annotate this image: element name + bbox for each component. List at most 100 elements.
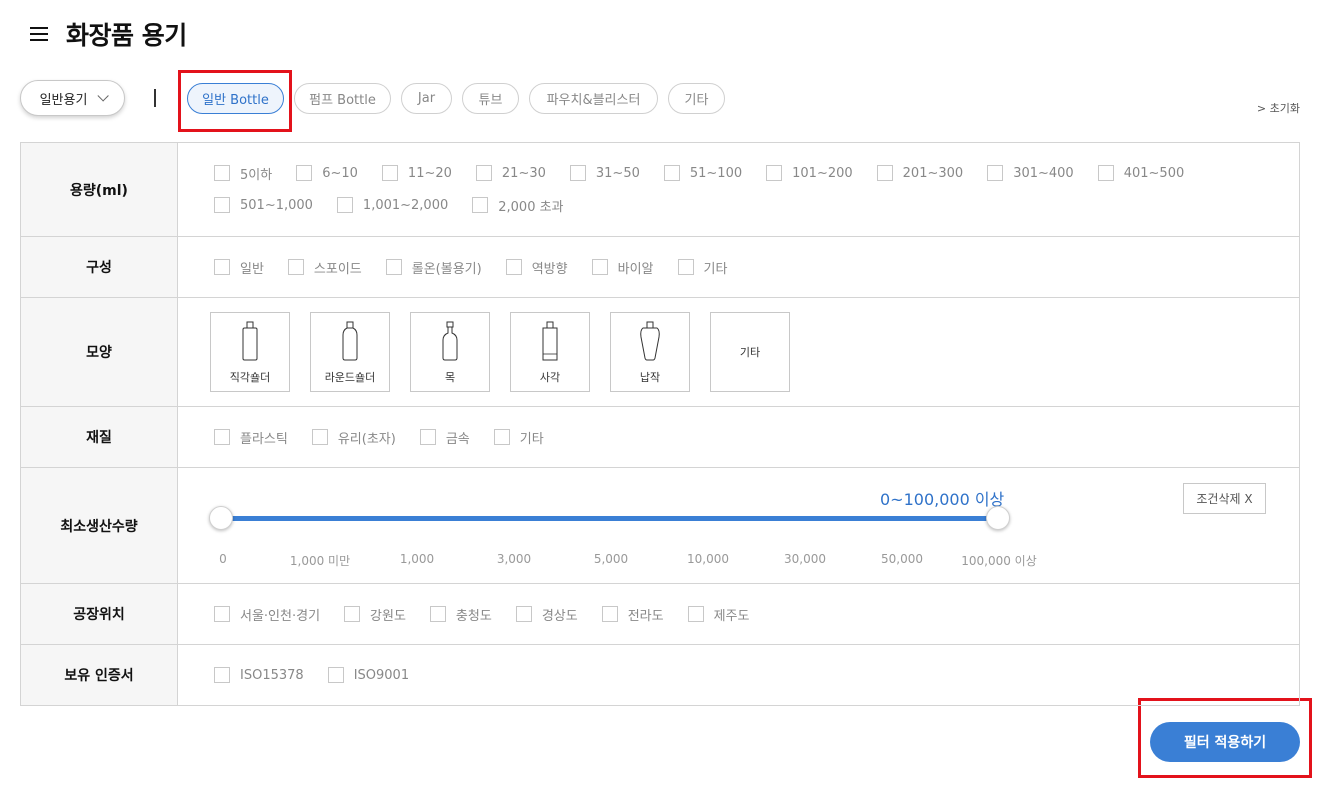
- slider-tick: 3,000: [496, 552, 532, 566]
- shape-option-neck[interactable]: 목: [410, 312, 490, 392]
- shape-option-etc[interactable]: 기타: [710, 312, 790, 392]
- shape-option-square-shoulder[interactable]: 직각숄더: [210, 312, 290, 392]
- clear-condition-button[interactable]: 조건삭제 X: [1183, 483, 1266, 514]
- checkbox-box[interactable]: [214, 606, 230, 622]
- checkbox-capacity[interactable]: 1,001~2,000: [336, 197, 448, 213]
- checkbox-box[interactable]: [214, 165, 230, 181]
- checkbox-box[interactable]: [677, 259, 694, 275]
- pill-jar[interactable]: Jar: [401, 83, 452, 114]
- moq-slider: 0~100,000 이상 0 1,000 미만 1,000 3,000 5,00…: [178, 468, 1299, 583]
- checkbox-capacity[interactable]: 301~400: [987, 165, 1074, 181]
- checkbox-box[interactable]: [214, 667, 230, 683]
- checkbox-box[interactable]: [569, 165, 586, 181]
- shape-option-square[interactable]: 사각: [510, 312, 590, 392]
- checkbox-label: 제주도: [713, 608, 750, 624]
- checkbox-box[interactable]: [591, 259, 608, 275]
- menu-icon[interactable]: [30, 27, 48, 41]
- checkbox-capacity[interactable]: 6~10: [296, 165, 358, 181]
- apply-filter-button[interactable]: 필터 적용하기: [1150, 722, 1300, 762]
- checkbox-composition[interactable]: 롤온(볼용기): [385, 259, 482, 277]
- checkbox-box[interactable]: [876, 165, 893, 181]
- checkbox-material[interactable]: 플라스틱: [214, 429, 288, 447]
- checkbox-composition[interactable]: 바이알: [591, 259, 654, 277]
- checkbox-capacity[interactable]: 21~30: [475, 165, 546, 181]
- pill-tube[interactable]: 튜브: [462, 83, 519, 114]
- checkbox-box[interactable]: [419, 429, 436, 445]
- checkbox-capacity[interactable]: 2,000 초과: [472, 197, 564, 215]
- filter-content-material: 플라스틱 유리(초자) 금속 기타: [178, 407, 1300, 467]
- checkbox-label: 충청도: [455, 608, 492, 624]
- checkbox-box[interactable]: [663, 165, 680, 181]
- checkbox-factory[interactable]: 경상도: [515, 606, 578, 624]
- checkbox-box[interactable]: [214, 259, 230, 275]
- checkbox-certificate[interactable]: ISO9001: [327, 667, 409, 683]
- checkbox-box[interactable]: [515, 606, 532, 622]
- checkbox-box[interactable]: [385, 259, 402, 275]
- checkbox-capacity[interactable]: 201~300: [876, 165, 963, 181]
- checkbox-box[interactable]: [475, 165, 492, 181]
- checkbox-box[interactable]: [214, 197, 230, 213]
- square-shoulder-bottle-icon: [242, 321, 258, 361]
- checkbox-box[interactable]: [472, 197, 489, 213]
- checkbox-composition[interactable]: 역방향: [505, 259, 568, 277]
- checkbox-factory[interactable]: 서울·인천·경기: [214, 606, 320, 624]
- shape-label: 납작: [639, 371, 661, 384]
- checkbox-material[interactable]: 금속: [419, 429, 470, 447]
- reset-link[interactable]: > 초기화: [1257, 100, 1300, 116]
- pill-pump-bottle[interactable]: 펌프 Bottle: [294, 83, 391, 114]
- checkbox-box[interactable]: [287, 259, 304, 275]
- slider-thumb-max[interactable]: [986, 506, 1010, 530]
- checkbox-capacity[interactable]: 501~1,000: [214, 197, 313, 213]
- slider-thumb-min[interactable]: [209, 506, 233, 530]
- checkbox-box[interactable]: [601, 606, 618, 622]
- checkbox-composition[interactable]: 일반: [214, 259, 264, 277]
- checkbox-capacity[interactable]: 11~20: [381, 165, 452, 181]
- checkbox-box[interactable]: [336, 197, 353, 213]
- checkbox-capacity[interactable]: 101~200: [766, 165, 853, 181]
- page-title: 화장품 용기: [66, 21, 187, 50]
- checkbox-certificate[interactable]: ISO15378: [214, 667, 304, 683]
- checkbox-composition[interactable]: 스포이드: [287, 259, 362, 277]
- checkbox-box[interactable]: [327, 667, 344, 683]
- checkbox-box[interactable]: [493, 429, 510, 445]
- category-bar: 일반용기 일반 Bottle 펌프 Bottle Jar 튜브 파우치&블리스터…: [20, 80, 1300, 116]
- checkbox-box[interactable]: [311, 429, 328, 445]
- checkbox-capacity[interactable]: 51~100: [663, 165, 743, 181]
- page-header: 화장품 용기: [30, 14, 187, 54]
- checkbox-label: 5이하: [240, 167, 273, 183]
- checkbox-box[interactable]: [296, 165, 313, 181]
- checkbox-factory[interactable]: 전라도: [601, 606, 664, 624]
- checkbox-box[interactable]: [987, 165, 1004, 181]
- checkbox-box[interactable]: [505, 259, 522, 275]
- pill-pouch-blister[interactable]: 파우치&블리스터: [529, 83, 658, 114]
- checkbox-factory[interactable]: 제주도: [687, 606, 750, 624]
- checkbox-label: 기타: [703, 261, 728, 277]
- pill-etc[interactable]: 기타: [668, 83, 725, 114]
- checkbox-box[interactable]: [1097, 165, 1114, 181]
- pill-general-bottle[interactable]: 일반 Bottle: [187, 83, 284, 114]
- filter-label-composition: 구성: [20, 237, 178, 297]
- checkbox-box[interactable]: [344, 606, 361, 622]
- checkbox-label: 51~100: [689, 165, 743, 181]
- checkbox-box[interactable]: [381, 165, 398, 181]
- checkbox-factory[interactable]: 강원도: [344, 606, 406, 624]
- checkbox-capacity[interactable]: 31~50: [569, 165, 640, 181]
- checkbox-box[interactable]: [766, 165, 783, 181]
- checkbox-capacity[interactable]: 401~500: [1097, 165, 1184, 181]
- shape-option-flat[interactable]: 납작: [610, 312, 690, 392]
- checkbox-box[interactable]: [687, 606, 704, 622]
- checkbox-label: 경상도: [541, 608, 578, 624]
- checkbox-material[interactable]: 유리(초자): [311, 429, 396, 447]
- checkbox-factory[interactable]: 충청도: [429, 606, 492, 624]
- checkbox-capacity[interactable]: 5이하: [214, 165, 273, 183]
- filter-content-shape: 직각숄더 라운드숄더 목 사각 납작 기타: [178, 298, 1300, 406]
- shape-option-round-shoulder[interactable]: 라운드숄더: [310, 312, 390, 392]
- filter-row-capacity: 용량(ml) 5이하 6~10 11~20 21~30 31~50 51~100…: [20, 143, 1300, 237]
- shape-label: 기타: [739, 346, 761, 359]
- checkbox-box[interactable]: [429, 606, 446, 622]
- checkbox-composition[interactable]: 기타: [677, 259, 728, 277]
- slider-track[interactable]: [221, 516, 998, 521]
- checkbox-box[interactable]: [214, 429, 230, 445]
- checkbox-material[interactable]: 기타: [493, 429, 544, 447]
- category-select[interactable]: 일반용기: [20, 80, 125, 116]
